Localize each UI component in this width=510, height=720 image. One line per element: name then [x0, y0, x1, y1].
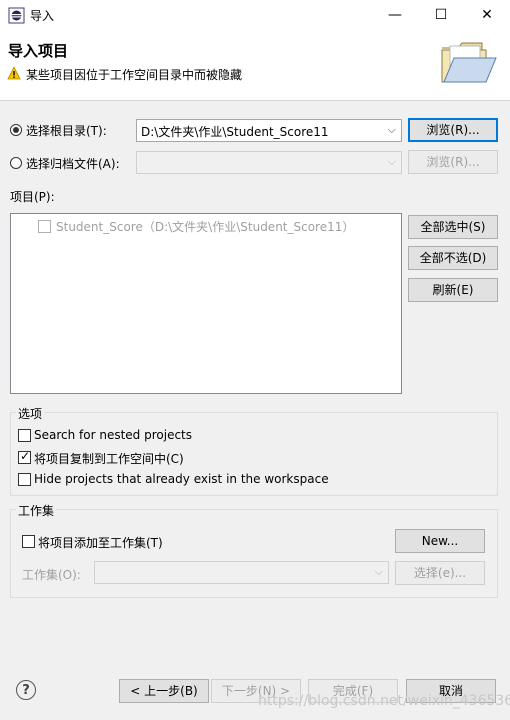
add-to-working-set-checkbox[interactable] — [22, 535, 35, 548]
project-item-label: Student_Score（D:\文件夹\作业\Student_Score11） — [56, 220, 355, 234]
warning-message: 某些项目因位于工作空间目录中而被隐藏 — [26, 68, 243, 82]
eclipse-app-icon — [8, 7, 25, 24]
root-directory-radio[interactable] — [10, 124, 22, 136]
deselect-all-button[interactable]: 全部不选(D) — [408, 246, 498, 270]
browse-root-button[interactable]: 浏览(R)... — [408, 118, 498, 142]
project-checkbox[interactable] — [38, 220, 51, 233]
archive-file-label: 选择归档文件(A): — [26, 157, 120, 171]
hide-existing-checkbox[interactable] — [18, 473, 31, 486]
warning-icon — [7, 66, 21, 80]
hide-existing-label: Hide projects that already exist in the … — [34, 472, 329, 486]
maximize-button[interactable]: ☐ — [418, 0, 464, 31]
chevron-down-icon[interactable]: ⌵ — [375, 565, 383, 579]
projects-list[interactable] — [10, 213, 402, 394]
archive-file-combo[interactable]: ⌵ — [136, 151, 402, 174]
working-sets-combo[interactable]: ⌵ — [94, 561, 389, 584]
minimize-button[interactable]: — — [372, 0, 418, 31]
copy-to-workspace-label: 将项目复制到工作空间中(C) — [34, 452, 184, 466]
root-directory-combo[interactable]: D:\文件夹\作业\Student_Score11 ⌵ — [136, 119, 402, 142]
folder-icon — [441, 42, 497, 83]
help-icon[interactable]: ? — [16, 680, 36, 700]
watermark: https://blog.csdn.net/weixin_43653670 — [258, 693, 510, 709]
page-title: 导入项目 — [8, 42, 69, 60]
add-to-working-set-label: 将项目添加至工作集(T) — [38, 536, 163, 550]
projects-label: 项目(P): — [10, 190, 55, 204]
chevron-down-icon[interactable]: ⌵ — [388, 123, 396, 137]
archive-file-radio[interactable] — [10, 157, 22, 169]
window-title: 导入 — [30, 9, 55, 23]
select-all-button[interactable]: 全部选中(S) — [408, 215, 498, 239]
copy-to-workspace-checkbox[interactable] — [18, 449, 31, 464]
refresh-button[interactable]: 刷新(E) — [408, 278, 498, 302]
chevron-down-icon[interactable]: ⌵ — [388, 155, 396, 169]
search-nested-checkbox[interactable] — [18, 429, 31, 442]
root-directory-value: D:\文件夹\作业\Student_Score11 — [141, 125, 329, 139]
working-sets-label: 工作集(O): — [22, 568, 81, 582]
root-directory-label: 选择根目录(T): — [26, 124, 107, 138]
back-button[interactable]: < 上一步(B) — [119, 679, 209, 703]
browse-archive-button[interactable]: 浏览(R)... — [408, 150, 498, 174]
close-button[interactable]: ✕ — [464, 0, 510, 31]
new-working-set-button[interactable]: New... — [395, 529, 485, 553]
select-working-set-button[interactable]: 选择(e)... — [395, 561, 485, 585]
search-nested-label: Search for nested projects — [34, 428, 193, 442]
options-group-title: 选项 — [16, 405, 45, 422]
working-set-group-title: 工作集 — [16, 502, 57, 519]
